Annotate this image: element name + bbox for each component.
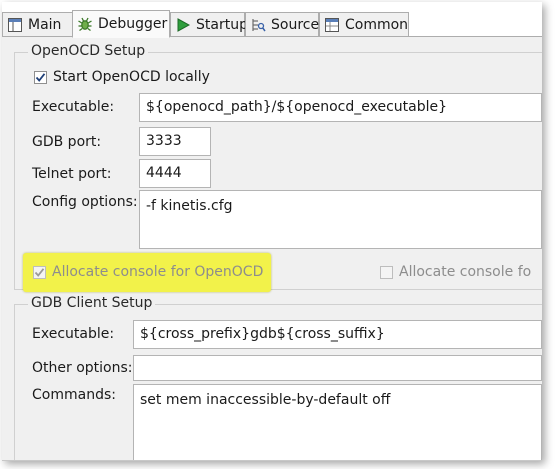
startup-play-icon — [174, 17, 192, 33]
start-openocd-checkbox-box[interactable] — [34, 70, 47, 84]
gdb-port-label: GDB port: — [32, 134, 102, 150]
config-options-label: Config options: — [32, 194, 138, 210]
allocate-console-openocd-box[interactable] — [33, 265, 46, 279]
main-tab-icon — [6, 17, 24, 33]
tab-source[interactable]: Source — [245, 12, 319, 36]
tab-bar: Main Debugger Startup Source Common — [2, 2, 542, 38]
tab-debugger[interactable]: Debugger — [72, 10, 170, 38]
start-openocd-label: Start OpenOCD locally — [53, 69, 210, 85]
tab-common[interactable]: Common — [319, 12, 409, 36]
tab-common-label: Common — [345, 16, 409, 33]
telnet-port-field[interactable]: 4444 — [139, 159, 211, 188]
other-options-field[interactable] — [133, 355, 542, 381]
gdb-executable-label: Executable: — [32, 326, 115, 342]
config-options-field[interactable]: -f kinetis.cfg — [139, 190, 542, 249]
common-tab-icon — [323, 17, 341, 33]
tab-debugger-label: Debugger — [98, 16, 168, 32]
debugger-config-panel: Main Debugger Startup Source Common Open… — [2, 2, 542, 461]
allocate-console-telnet-box[interactable] — [380, 265, 393, 279]
telnet-port-label: Telnet port: — [32, 166, 112, 182]
commands-field[interactable]: set mem inaccessible-by-default off — [133, 384, 542, 460]
start-openocd-locally-checkbox[interactable]: Start OpenOCD locally — [34, 69, 210, 85]
debugger-bug-icon — [76, 16, 94, 32]
openocd-executable-field[interactable]: ${openocd_path}/${openocd_executable} — [139, 93, 542, 122]
tab-main-label: Main — [28, 16, 62, 33]
tab-startup-label: Startup — [196, 16, 248, 33]
gdb-client-setup-title: GDB Client Setup — [28, 295, 156, 311]
other-options-label: Other options: — [32, 360, 133, 376]
checkmark-icon — [34, 267, 45, 277]
allocate-console-telnet-checkbox[interactable]: Allocate console fo — [380, 264, 531, 280]
gdb-port-field[interactable]: 3333 — [139, 127, 211, 156]
commands-label: Commands: — [32, 387, 116, 403]
allocate-console-openocd-checkbox[interactable]: Allocate console for OpenOCD — [33, 264, 263, 280]
tab-startup[interactable]: Startup — [170, 12, 248, 36]
checkmark-icon — [35, 72, 46, 82]
tab-main[interactable]: Main — [2, 12, 73, 36]
openocd-executable-label: Executable: — [32, 99, 115, 115]
allocate-console-telnet-label: Allocate console fo — [399, 264, 532, 280]
openocd-setup-title: OpenOCD Setup — [28, 43, 149, 59]
gdb-executable-field[interactable]: ${cross_prefix}gdb${cross_suffix} — [133, 320, 542, 349]
source-lookup-icon — [249, 17, 267, 33]
allocate-console-openocd-label: Allocate console for OpenOCD — [52, 264, 264, 280]
tab-source-label: Source — [271, 16, 320, 33]
